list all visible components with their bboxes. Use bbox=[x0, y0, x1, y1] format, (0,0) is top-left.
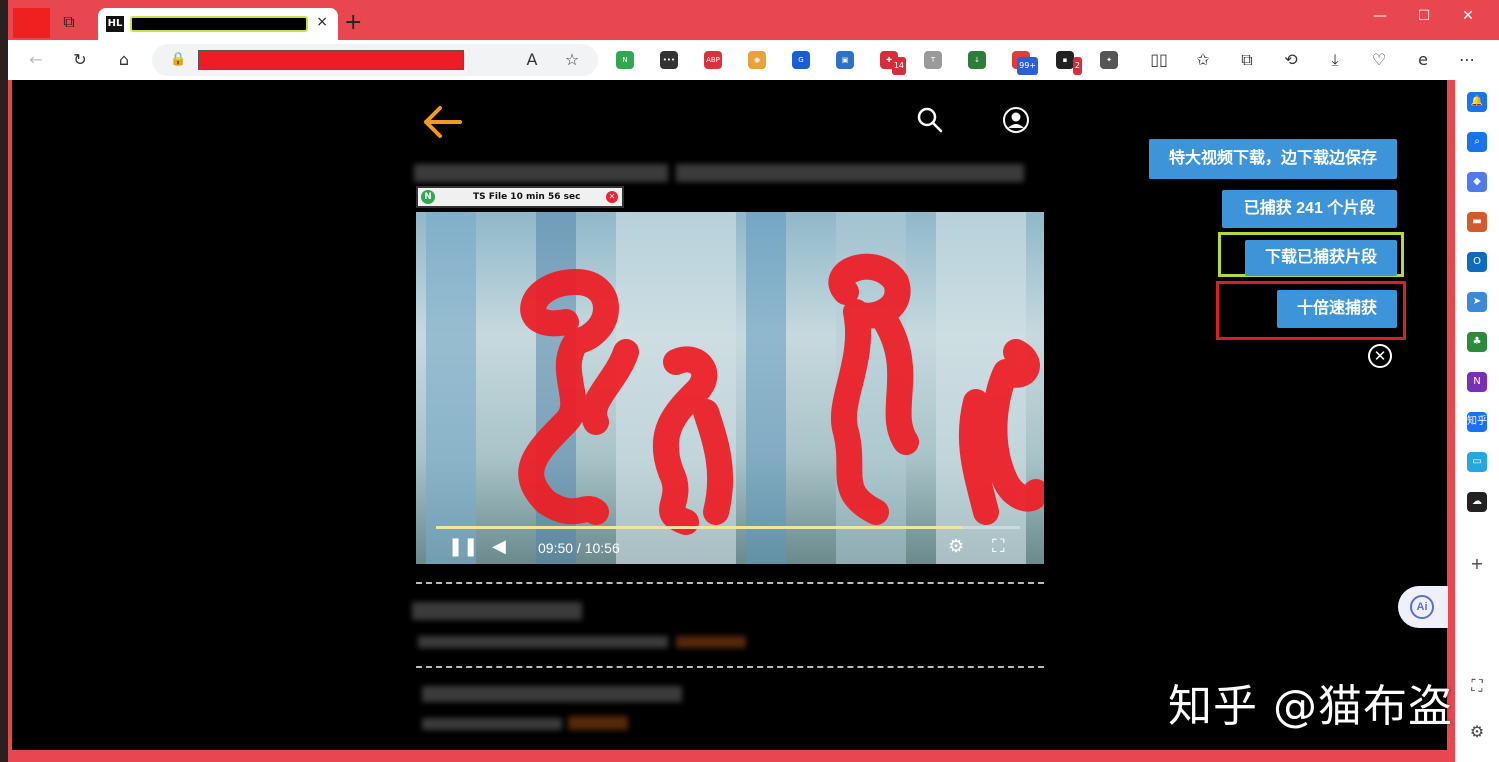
download-ext-icon[interactable]: ↓ bbox=[968, 51, 986, 69]
n-logo-icon: N bbox=[421, 190, 435, 204]
g-icon[interactable]: G bbox=[792, 51, 810, 69]
progress-fill bbox=[436, 526, 962, 529]
text-icon[interactable]: T bbox=[924, 51, 942, 69]
capture-close-icon[interactable]: ✕ bbox=[1368, 344, 1392, 368]
cloud-icon[interactable]: ☁ bbox=[1467, 492, 1487, 512]
collections-icon[interactable]: ⧉ bbox=[1237, 50, 1257, 70]
bilibili-icon[interactable]: ▭ bbox=[1467, 452, 1487, 472]
tab-title-redacted bbox=[130, 16, 308, 32]
meta-blurred-3 bbox=[676, 636, 746, 648]
health-icon[interactable]: ♡ bbox=[1369, 50, 1389, 70]
settings-gear-icon[interactable]: ⚙ bbox=[948, 536, 964, 557]
web-content: N TS File 10 min 56 sec ✕ ❚❚ ◀ 09:50 / 1… bbox=[12, 80, 1448, 750]
bell-icon[interactable]: 🔔 bbox=[1467, 92, 1487, 112]
ts-close-icon[interactable]: ✕ bbox=[606, 191, 618, 203]
ts-file-title: TS File 10 min 56 sec bbox=[473, 192, 581, 202]
back-button[interactable]: ← bbox=[26, 50, 46, 70]
user-icon[interactable] bbox=[1002, 106, 1030, 134]
fullscreen-button[interactable]: ⛶ bbox=[992, 536, 1005, 557]
pause-button[interactable]: ❚❚ bbox=[448, 536, 478, 557]
title-blurred-2 bbox=[676, 164, 1024, 182]
maximize-button[interactable]: ☐ bbox=[1404, 8, 1444, 28]
read-aloud-icon[interactable]: A bbox=[522, 50, 542, 70]
url-redacted bbox=[198, 50, 464, 70]
dots-icon[interactable]: ••• bbox=[660, 51, 678, 69]
minimize-button[interactable]: — bbox=[1360, 8, 1400, 28]
captured-count-button[interactable]: 已捕获 241 个片段 bbox=[1222, 190, 1397, 228]
screenshot-icon[interactable]: ⛶ bbox=[1467, 676, 1487, 696]
send-icon[interactable]: ➤ bbox=[1467, 292, 1487, 312]
browser-window: ⧉ HL × + — ☐ ✕ ← ↻ ⌂ 🔒 A ☆ N ••• ABP ◉ G ▣ ✚ 14… bbox=[8, 0, 1499, 762]
dark-ext-icon[interactable]: ▪ 2 bbox=[1056, 51, 1082, 75]
edge-sidebar: 🔔 ⌕ ◆ ▬ O ➤ ♣ N 知乎 ▭ ☁ + ⛶ ⚙ bbox=[1455, 80, 1499, 762]
browser-toolbar: ← ↻ ⌂ 🔒 A ☆ N ••• ABP ◉ G ▣ ✚14 T ↓ ▣99+ ▪2 ✦ ▯▯ ✩ ⧉ ⟲… bbox=[8, 40, 1499, 80]
translate-icon[interactable]: ✚ 14 bbox=[880, 51, 906, 75]
extension-badge: 99+ bbox=[1017, 57, 1038, 75]
new-tab-button[interactable]: + bbox=[344, 10, 362, 35]
abp-icon[interactable]: ABP bbox=[704, 51, 722, 69]
square-icon[interactable]: ▣ bbox=[836, 51, 854, 69]
home-button[interactable]: ⌂ bbox=[114, 50, 134, 70]
time-display: 09:50 / 10:56 bbox=[538, 540, 620, 556]
ts-file-bar: N TS File 10 min 56 sec ✕ bbox=[416, 186, 624, 208]
toolbox-icon[interactable]: ▬ bbox=[1467, 212, 1487, 232]
divider bbox=[416, 582, 1044, 584]
onenote-icon[interactable]: N bbox=[1467, 372, 1487, 392]
extension-badge: 2 bbox=[1072, 57, 1082, 75]
address-bar[interactable]: 🔒 A ☆ bbox=[152, 44, 598, 76]
settings-side-icon[interactable]: ⚙ bbox=[1467, 722, 1487, 742]
search-icon[interactable] bbox=[916, 106, 944, 134]
meta-blurred-6 bbox=[568, 716, 628, 730]
history-icon[interactable]: ⟲ bbox=[1281, 50, 1301, 70]
eyes-icon[interactable]: ◉ bbox=[748, 51, 766, 69]
red-ext-icon[interactable]: ▣99+ bbox=[1012, 51, 1038, 75]
big-video-download-button[interactable]: 特大视频下载，边下载边保存 bbox=[1149, 139, 1397, 179]
split-screen-icon[interactable]: ▯▯ bbox=[1149, 50, 1169, 70]
reload-button[interactable]: ↻ bbox=[70, 50, 90, 70]
tab-favicon: HL bbox=[106, 16, 124, 32]
favorite-star-icon[interactable]: ☆ bbox=[562, 50, 582, 70]
tenx-capture-button[interactable]: 十倍速捕获 bbox=[1277, 290, 1397, 328]
more-menu-icon[interactable]: ⋯ bbox=[1457, 50, 1477, 70]
favorites-icon[interactable]: ✩ bbox=[1193, 50, 1213, 70]
tag-icon[interactable]: ◆ bbox=[1467, 172, 1487, 192]
lock-icon[interactable]: 🔒 bbox=[170, 51, 186, 67]
meta-blurred bbox=[412, 602, 582, 620]
divider bbox=[416, 666, 1044, 668]
download-captured-button[interactable]: 下载已捕获片段 bbox=[1245, 240, 1397, 276]
profile-avatar[interactable] bbox=[13, 8, 50, 38]
search-side-icon[interactable]: ⌕ bbox=[1467, 132, 1487, 152]
active-tab[interactable]: HL × bbox=[98, 8, 338, 40]
edge-icon[interactable]: e bbox=[1413, 50, 1433, 70]
zhihu-icon[interactable]: 知乎 bbox=[1467, 412, 1487, 432]
progress-bar[interactable] bbox=[436, 526, 1020, 529]
puzzle-icon[interactable]: ✦ bbox=[1100, 51, 1118, 69]
volume-button[interactable]: ◀ bbox=[492, 536, 506, 557]
watermark: 知乎 @猫布盗 bbox=[1168, 681, 1453, 732]
extension-badge: 14 bbox=[891, 57, 906, 75]
ai-icon: Ai bbox=[1410, 595, 1434, 619]
title-bar: ⧉ HL × + — ☐ ✕ bbox=[8, 0, 1499, 40]
title-blurred bbox=[414, 164, 668, 182]
video-player[interactable]: ❚❚ ◀ 09:50 / 10:56 ⚙ ⛶ bbox=[416, 212, 1044, 564]
meta-blurred-2 bbox=[418, 636, 668, 648]
workspaces-icon[interactable]: ⧉ bbox=[60, 14, 78, 32]
n-icon[interactable]: N bbox=[616, 51, 634, 69]
meta-blurred-5 bbox=[422, 718, 562, 730]
outlook-icon[interactable]: O bbox=[1467, 252, 1487, 272]
close-window-button[interactable]: ✕ bbox=[1448, 8, 1488, 28]
tree-icon[interactable]: ♣ bbox=[1467, 332, 1487, 352]
add-side-icon[interactable]: + bbox=[1467, 554, 1487, 574]
back-arrow-icon[interactable] bbox=[420, 102, 464, 142]
meta-blurred-4 bbox=[422, 686, 682, 702]
ai-button[interactable]: Ai bbox=[1398, 586, 1448, 628]
tab-close-icon[interactable]: × bbox=[316, 14, 328, 30]
red-scribble-overlay bbox=[518, 253, 1044, 535]
downloads-icon[interactable]: ⤓ bbox=[1325, 50, 1345, 70]
